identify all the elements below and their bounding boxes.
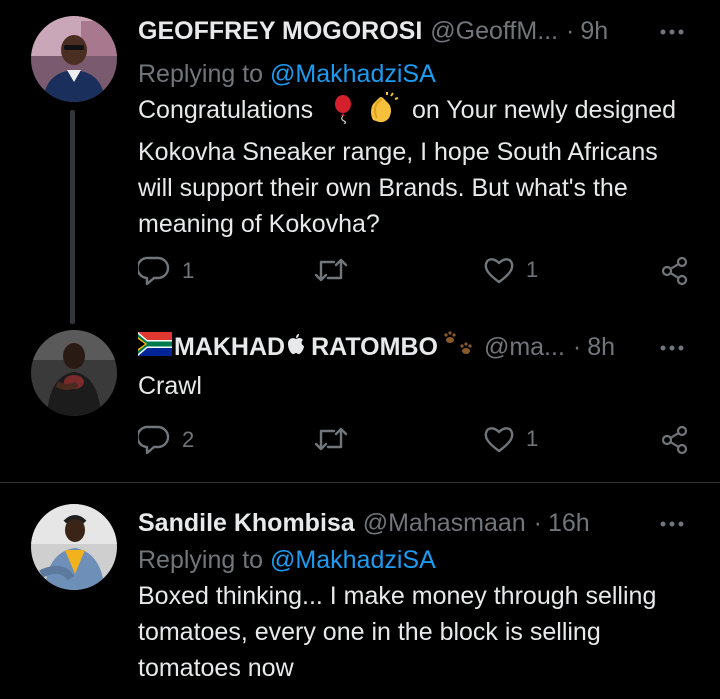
avatar-sandile[interactable] <box>31 504 117 590</box>
replying-to-label: Replying to <box>138 546 264 574</box>
tweet-3[interactable]: Sandile Khombisa @Mahasmaan · 16h Replyi… <box>0 0 720 699</box>
tweet-text: Boxed thinking... I make money through s… <box>138 582 657 682</box>
reply-mention-link[interactable]: @MakhadziSA <box>270 546 436 574</box>
display-name[interactable]: Sandile Khombisa <box>138 509 355 538</box>
separator-dot: · <box>533 508 542 537</box>
user-handle[interactable]: @Mahasmaan <box>363 509 526 538</box>
tweet-header: Sandile Khombisa @Mahasmaan · 16h <box>138 506 694 540</box>
more-icon[interactable] <box>658 510 686 538</box>
replying-to: Replying to @MakhadziSA <box>138 542 694 578</box>
timestamp[interactable]: 16h <box>548 509 590 538</box>
